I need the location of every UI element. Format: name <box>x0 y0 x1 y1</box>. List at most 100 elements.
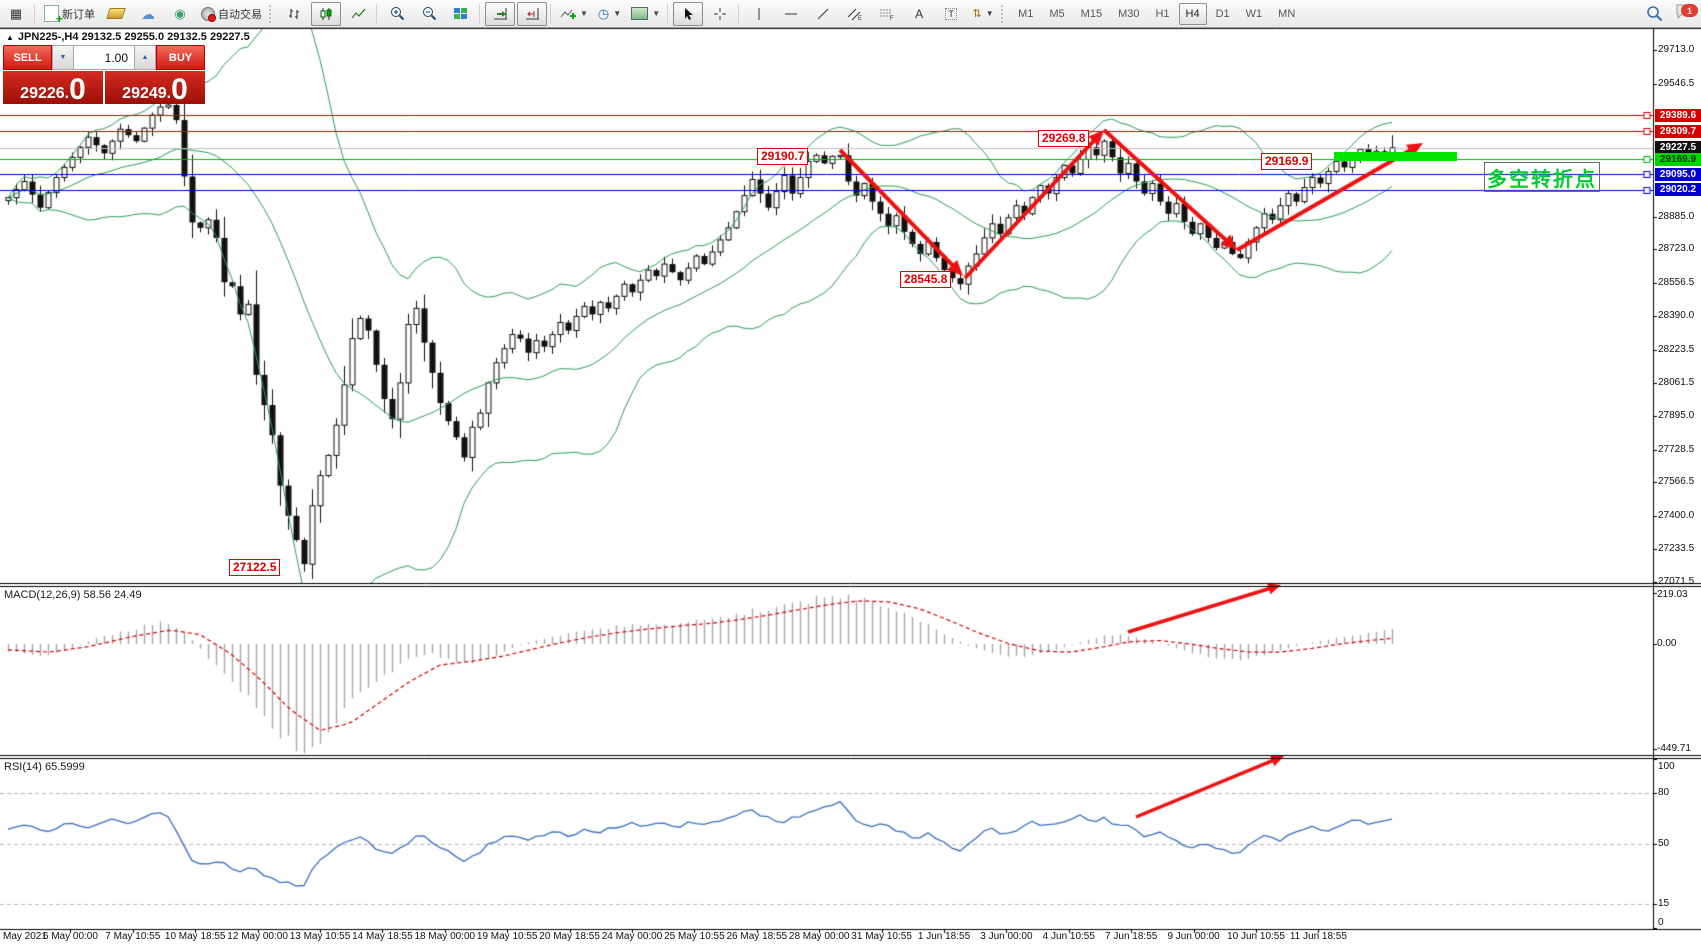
price-tick-label: 27566.5 <box>1658 476 1694 487</box>
auto-scroll-button[interactable] <box>485 2 515 26</box>
rsi-label: RSI(14) 65.5999 <box>4 761 85 773</box>
date-tick-label: 31 May 10:55 <box>851 931 912 942</box>
volume-decrease-button[interactable]: ▼ <box>52 45 74 70</box>
bar-chart-icon <box>287 7 302 21</box>
crosshair-button[interactable] <box>705 2 735 26</box>
buy-button[interactable]: BUY <box>156 45 205 70</box>
templates-button[interactable]: ▼ <box>627 2 664 26</box>
note-text-box[interactable]: 多空转折点 <box>1484 162 1600 192</box>
community-icon: ☁ <box>141 7 155 21</box>
toolbar-separator <box>667 4 668 24</box>
arrows-button[interactable]: ⇅▼ <box>968 2 998 26</box>
rsi-tick-label: 15 <box>1658 898 1669 909</box>
community-button[interactable]: ☁ <box>133 2 163 26</box>
equidistant-channel-button[interactable]: E <box>840 2 870 26</box>
date-tick-label: 20 May 18:55 <box>539 931 600 942</box>
highlighter-button[interactable] <box>101 2 131 26</box>
notification-badge: 1 <box>1681 4 1698 17</box>
timeframe-m1-button[interactable]: M1 <box>1011 3 1040 25</box>
volume-increase-button[interactable]: ▲ <box>134 45 156 70</box>
toolbar-grip[interactable] <box>269 5 274 23</box>
swing-price-label[interactable]: 29169.9 <box>1261 153 1312 170</box>
rsi-tick-label: 100 <box>1658 761 1675 772</box>
chart-canvas[interactable] <box>0 0 1701 944</box>
date-tick-label: 7 Jun 18:55 <box>1105 931 1157 942</box>
line-chart-button[interactable] <box>343 2 373 26</box>
timeframe-d1-button[interactable]: D1 <box>1209 3 1237 25</box>
timeframe-h1-button[interactable]: H1 <box>1148 3 1176 25</box>
toolbar-separator <box>550 4 551 24</box>
timeframe-m5-button[interactable]: M5 <box>1042 3 1071 25</box>
charts-window-button[interactable]: ▦ <box>1 2 31 26</box>
buy-price-display[interactable]: 29249.0 <box>105 71 205 104</box>
indicators-button[interactable]: ▼ <box>556 2 592 26</box>
rsi-tick-label: 80 <box>1658 787 1669 798</box>
cursor-button[interactable] <box>673 2 703 26</box>
autotrading-button[interactable]: 自动交易 <box>197 2 266 26</box>
price-tick-label: 28723.0 <box>1658 243 1694 254</box>
text-label-button[interactable]: T <box>936 2 966 26</box>
zoom-out-button[interactable] <box>414 2 444 26</box>
macd-tick-label: 0.00 <box>1657 638 1676 649</box>
periods-button[interactable]: ◷▼ <box>594 2 625 26</box>
horizontal-line-icon <box>784 8 798 20</box>
timeframe-m15-button[interactable]: M15 <box>1074 3 1109 25</box>
swing-price-label[interactable]: 28545.8 <box>900 271 951 288</box>
fibonacci-button[interactable]: F <box>872 2 902 26</box>
notifications-button[interactable]: 1 <box>1675 3 1693 24</box>
price-tick-label: 27728.5 <box>1658 444 1694 455</box>
cursor-icon <box>682 7 695 21</box>
autotrading-icon <box>201 7 215 21</box>
date-tick-label: May 2021 <box>3 931 47 942</box>
indicators-icon <box>560 7 576 21</box>
new-order-button[interactable]: 新订单 <box>40 2 99 26</box>
svg-text:E: E <box>858 16 862 21</box>
date-tick-label: 10 Jun 10:55 <box>1227 931 1285 942</box>
bar-chart-button[interactable] <box>279 2 309 26</box>
price-badge: 29389.6 <box>1655 109 1701 122</box>
timeframe-w1-button[interactable]: W1 <box>1239 3 1270 25</box>
swing-price-label[interactable]: 29269.8 <box>1038 130 1089 147</box>
candlestick-chart-icon <box>319 7 334 21</box>
zoom-in-button[interactable] <box>382 2 412 26</box>
search-icon[interactable] <box>1646 5 1663 22</box>
trendline-button[interactable] <box>808 2 838 26</box>
symbol-info[interactable]: ▲ JPN225-,H4 29132.5 29255.0 29132.5 292… <box>6 31 250 43</box>
date-tick-label: 12 May 00:00 <box>227 931 288 942</box>
rsi-tick-label: 50 <box>1658 838 1669 849</box>
fibonacci-icon: F <box>879 7 895 21</box>
periods-caret-icon: ▼ <box>613 9 621 18</box>
date-tick-label: 13 May 10:55 <box>290 931 351 942</box>
pane-splitter[interactable] <box>0 754 1701 759</box>
symbol-marker-icon: ▲ <box>6 33 14 42</box>
equidistant-channel-icon: E <box>847 7 863 21</box>
sell-price-display[interactable]: 29226.0 <box>3 71 103 104</box>
new-order-label: 新订单 <box>62 6 95 22</box>
chart-shift-button[interactable] <box>517 2 547 26</box>
zoom-in-icon <box>390 6 405 21</box>
price-badge: 29169.9 <box>1655 153 1701 166</box>
toolbar-separator <box>479 4 480 24</box>
swing-price-label[interactable]: 29190.7 <box>757 148 808 165</box>
text-button[interactable]: A <box>904 2 934 26</box>
arrows-caret-icon: ▼ <box>986 9 994 18</box>
timeframe-toolbar: M1M5M15M30H1H4D1W1MN <box>1010 3 1303 25</box>
volume-input[interactable]: 1.00 <box>74 45 134 70</box>
tile-windows-button[interactable] <box>446 2 476 26</box>
sell-button[interactable]: SELL <box>3 45 52 70</box>
timeframe-h4-button[interactable]: H4 <box>1179 3 1207 25</box>
swing-price-label[interactable]: 27122.5 <box>229 559 280 576</box>
timeframe-m30-button[interactable]: M30 <box>1111 3 1146 25</box>
toolbar-grip[interactable] <box>1001 5 1006 23</box>
highlight-zone-rectangle[interactable] <box>1334 152 1457 161</box>
horizontal-line-button[interactable] <box>776 2 806 26</box>
autotrading-label: 自动交易 <box>218 6 262 22</box>
periods-clock-icon: ◷ <box>598 7 609 20</box>
vertical-line-button[interactable] <box>744 2 774 26</box>
timeframe-mn-button[interactable]: MN <box>1271 3 1302 25</box>
pane-splitter[interactable] <box>0 582 1701 587</box>
date-tick-label: 6 May 00:00 <box>43 931 98 942</box>
date-tick-label: 9 Jun 00:00 <box>1167 931 1219 942</box>
candlestick-chart-button[interactable] <box>311 2 341 26</box>
signals-button[interactable]: ◉ <box>165 2 195 26</box>
